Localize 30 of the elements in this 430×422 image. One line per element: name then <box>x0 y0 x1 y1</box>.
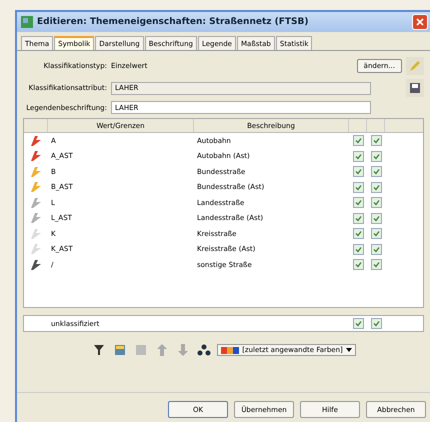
app-icon <box>21 16 33 28</box>
checkbox[interactable] <box>352 135 364 146</box>
checkbox[interactable] <box>352 166 364 178</box>
checkbox[interactable] <box>352 259 364 270</box>
checkbox[interactable] <box>352 318 364 329</box>
checkbox[interactable] <box>370 212 382 224</box>
save-button[interactable] <box>406 79 424 97</box>
checkbox[interactable] <box>370 197 382 208</box>
checkbox[interactable] <box>370 166 382 178</box>
save-icon <box>409 82 421 94</box>
caret-icon <box>346 348 352 352</box>
checkbox[interactable] <box>352 197 364 208</box>
checkbox[interactable] <box>370 259 382 270</box>
color-swatch-icon <box>221 346 240 354</box>
checkbox[interactable] <box>352 212 364 224</box>
checkbox[interactable] <box>370 150 382 162</box>
pencil-icon <box>409 60 421 72</box>
window-title: Editieren: Themeneigenschaften: Straßennetz (FTSB) <box>37 17 310 27</box>
checkbox[interactable] <box>352 244 364 255</box>
checkbox[interactable] <box>370 182 382 193</box>
checkbox[interactable] <box>370 228 382 240</box>
checkbox[interactable] <box>370 318 382 329</box>
tree-button[interactable] <box>196 342 212 358</box>
close-icon <box>416 18 424 26</box>
checkbox[interactable] <box>352 150 364 162</box>
checkbox[interactable] <box>352 228 364 240</box>
checkbox[interactable] <box>370 244 382 255</box>
checkbox[interactable] <box>370 135 382 146</box>
checkbox[interactable] <box>352 182 364 193</box>
close-button[interactable] <box>412 14 428 30</box>
